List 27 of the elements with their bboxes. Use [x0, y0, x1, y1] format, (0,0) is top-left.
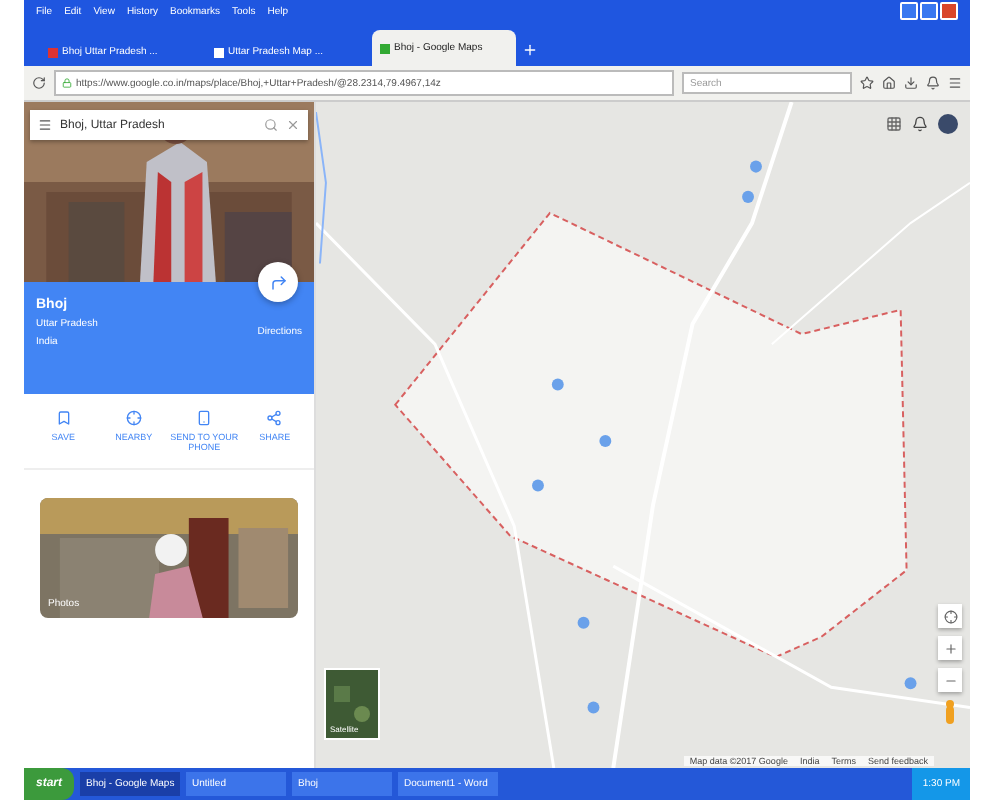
- bell-icon[interactable]: [926, 76, 940, 90]
- star-icon[interactable]: [860, 76, 874, 90]
- new-tab-icon[interactable]: [522, 42, 538, 58]
- search-icon[interactable]: [264, 118, 278, 132]
- close-icon[interactable]: [286, 118, 300, 132]
- avatar-icon[interactable]: [938, 114, 958, 134]
- lock-icon: [62, 78, 72, 88]
- bell-icon[interactable]: [912, 116, 928, 132]
- directions-icon: [269, 273, 287, 291]
- directions-button[interactable]: [258, 262, 298, 302]
- menu-icon[interactable]: [948, 76, 962, 90]
- share-icon: [266, 410, 283, 426]
- minimize-icon[interactable]: [900, 2, 918, 20]
- home-icon[interactable]: [882, 76, 896, 90]
- compass-button[interactable]: [938, 604, 962, 628]
- apps-icon[interactable]: [886, 116, 902, 132]
- crosshair-icon: [943, 609, 957, 623]
- plus-icon: [943, 641, 957, 655]
- pegman-icon[interactable]: [944, 700, 956, 724]
- crosshair-icon: [125, 410, 142, 426]
- zoom-in-button[interactable]: [938, 636, 962, 660]
- menu-icon[interactable]: [38, 118, 52, 132]
- reload-icon[interactable]: [32, 76, 46, 90]
- phone-icon: [196, 410, 213, 426]
- download-icon[interactable]: [904, 76, 918, 90]
- bookmark-icon: [55, 410, 72, 426]
- maximize-icon[interactable]: [920, 2, 938, 20]
